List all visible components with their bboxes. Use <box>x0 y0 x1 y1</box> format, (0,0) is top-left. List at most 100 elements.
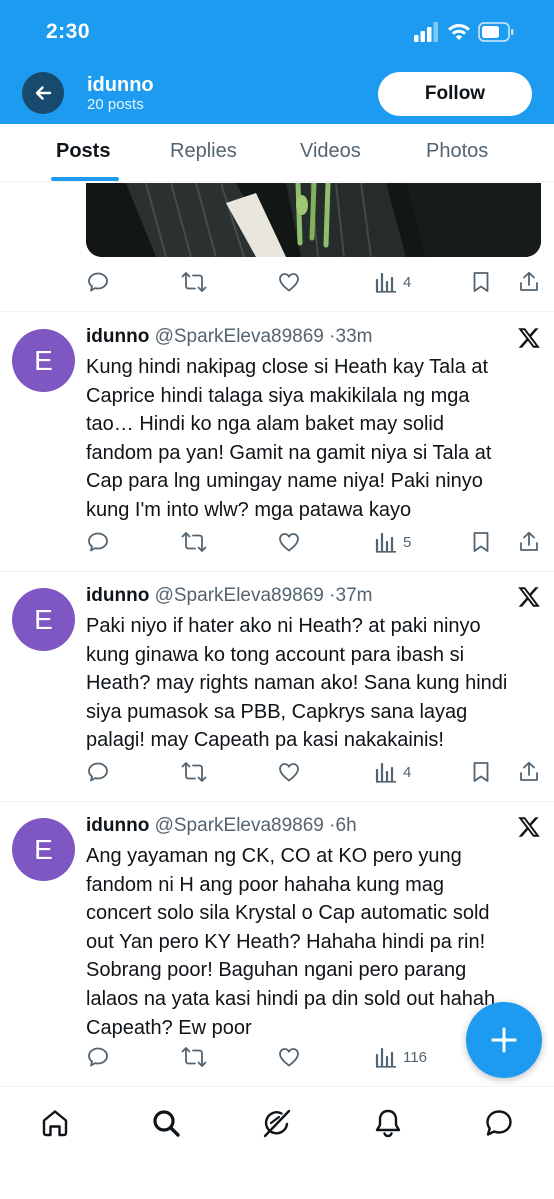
views-count: 4 <box>403 273 412 291</box>
active-tab-indicator <box>51 177 119 181</box>
profile-header: 2:30 idunno 20 posts Follow <box>0 0 554 124</box>
like-button[interactable] <box>277 268 301 296</box>
tweet-author-handle[interactable]: @SparkEleva89869 <box>155 815 324 836</box>
views-icon <box>375 762 396 783</box>
tweet-author-handle[interactable]: @SparkEleva89869 <box>155 585 324 606</box>
views-button[interactable]: 5 <box>375 528 411 556</box>
grok-icon <box>263 1109 291 1138</box>
share-icon <box>520 761 538 781</box>
nav-search[interactable] <box>148 1105 184 1141</box>
share-button[interactable] <box>517 758 541 786</box>
repost-button[interactable] <box>181 1043 207 1071</box>
repost-button[interactable] <box>181 268 207 296</box>
tweet-author-name[interactable]: idunno <box>86 326 149 347</box>
share-button[interactable] <box>517 268 541 296</box>
reply-icon <box>88 762 108 782</box>
heart-icon <box>279 273 299 292</box>
reply-icon <box>88 1047 108 1067</box>
back-button[interactable] <box>22 72 64 114</box>
tab-posts[interactable]: Posts <box>56 140 110 163</box>
reply-button[interactable] <box>86 1043 110 1071</box>
repost-icon <box>181 762 207 782</box>
like-button[interactable] <box>277 528 301 556</box>
bookmark-button[interactable] <box>470 758 492 786</box>
tweet-time: 37m <box>335 585 373 606</box>
post-actions: 4 <box>86 268 546 296</box>
nav-home[interactable] <box>37 1105 73 1141</box>
posts-count: 20 posts <box>87 96 144 113</box>
heart-icon <box>279 1048 299 1067</box>
views-button[interactable]: 116 <box>375 1043 427 1071</box>
tab-replies[interactable]: Replies <box>170 140 237 163</box>
tweet-text: Kung hindi nakipag close si Heath kay Ta… <box>86 356 492 521</box>
bookmark-icon <box>473 532 489 552</box>
tweet-header: idunno @SparkEleva89869 ·37m <box>86 585 372 611</box>
reply-button[interactable] <box>86 528 110 556</box>
avatar[interactable]: E <box>12 329 75 392</box>
battery-icon <box>478 22 514 42</box>
views-icon <box>375 1047 396 1068</box>
share-button[interactable] <box>517 528 541 556</box>
repost-icon <box>181 532 207 552</box>
share-icon <box>520 531 538 551</box>
notifications-icon <box>375 1109 401 1138</box>
x-logo-icon[interactable] <box>517 326 541 350</box>
tweet-author-handle[interactable]: @SparkEleva89869 <box>155 326 324 347</box>
avatar[interactable]: E <box>12 588 75 651</box>
media-photo <box>86 183 541 257</box>
heart-icon <box>279 533 299 552</box>
share-icon <box>520 271 538 291</box>
repost-button[interactable] <box>181 528 207 556</box>
reply-button[interactable] <box>86 758 110 786</box>
compose-button[interactable] <box>466 1002 542 1078</box>
tweet-time: 6h <box>335 815 357 836</box>
avatar[interactable]: E <box>12 818 75 881</box>
views-button[interactable]: 4 <box>375 758 411 786</box>
follow-button[interactable]: Follow <box>378 72 532 116</box>
post-media-image[interactable] <box>86 183 541 257</box>
signal-icon <box>414 22 438 42</box>
tweet-time: 33m <box>335 326 373 347</box>
views-icon <box>375 272 396 293</box>
views-button[interactable]: 4 <box>375 268 411 296</box>
repost-button[interactable] <box>181 758 207 786</box>
bookmark-button[interactable] <box>470 528 492 556</box>
status-time: 2:30 <box>46 20 91 43</box>
tab-photos[interactable]: Photos <box>426 140 488 163</box>
views-icon <box>375 532 396 553</box>
tweet-author-name[interactable]: idunno <box>86 815 149 836</box>
tab-videos[interactable]: Videos <box>300 140 361 163</box>
arrow-left-icon <box>35 86 52 100</box>
nav-messages[interactable] <box>481 1105 517 1141</box>
tweet-actions: 4 <box>86 758 546 786</box>
reply-icon <box>88 272 108 292</box>
search-icon <box>153 1110 180 1137</box>
plus-icon <box>491 1027 517 1053</box>
reply-button[interactable] <box>86 268 110 296</box>
tweet-text: Paki niyo if hater ako ni Heath? at paki… <box>86 615 508 752</box>
messages-icon <box>486 1110 512 1136</box>
bottom-navigation <box>0 1086 554 1199</box>
nav-notifications[interactable] <box>370 1105 406 1141</box>
like-button[interactable] <box>277 1043 301 1071</box>
bookmark-icon <box>473 272 489 292</box>
views-count: 4 <box>403 763 412 781</box>
tweet-author-name[interactable]: idunno <box>86 585 149 606</box>
home-icon <box>42 1110 68 1137</box>
reply-icon <box>88 532 108 552</box>
x-logo-icon[interactable] <box>517 815 541 839</box>
profile-tabs: Posts Replies Videos Photos <box>0 124 554 182</box>
tweet-header: idunno @SparkEleva89869 ·6h <box>86 815 357 841</box>
heart-icon <box>279 763 299 782</box>
tweet-text: Ang yayaman ng CK, CO at KO pero yung fa… <box>86 845 501 1039</box>
views-count: 116 <box>403 1048 427 1066</box>
tweet-actions: 5 <box>86 528 546 556</box>
x-logo-icon[interactable] <box>517 585 541 609</box>
like-button[interactable] <box>277 758 301 786</box>
profile-name: idunno <box>87 74 154 96</box>
wifi-icon <box>448 24 470 40</box>
repost-icon <box>181 1047 207 1067</box>
nav-grok[interactable] <box>259 1105 295 1141</box>
repost-icon <box>181 272 207 292</box>
bookmark-button[interactable] <box>470 268 492 296</box>
